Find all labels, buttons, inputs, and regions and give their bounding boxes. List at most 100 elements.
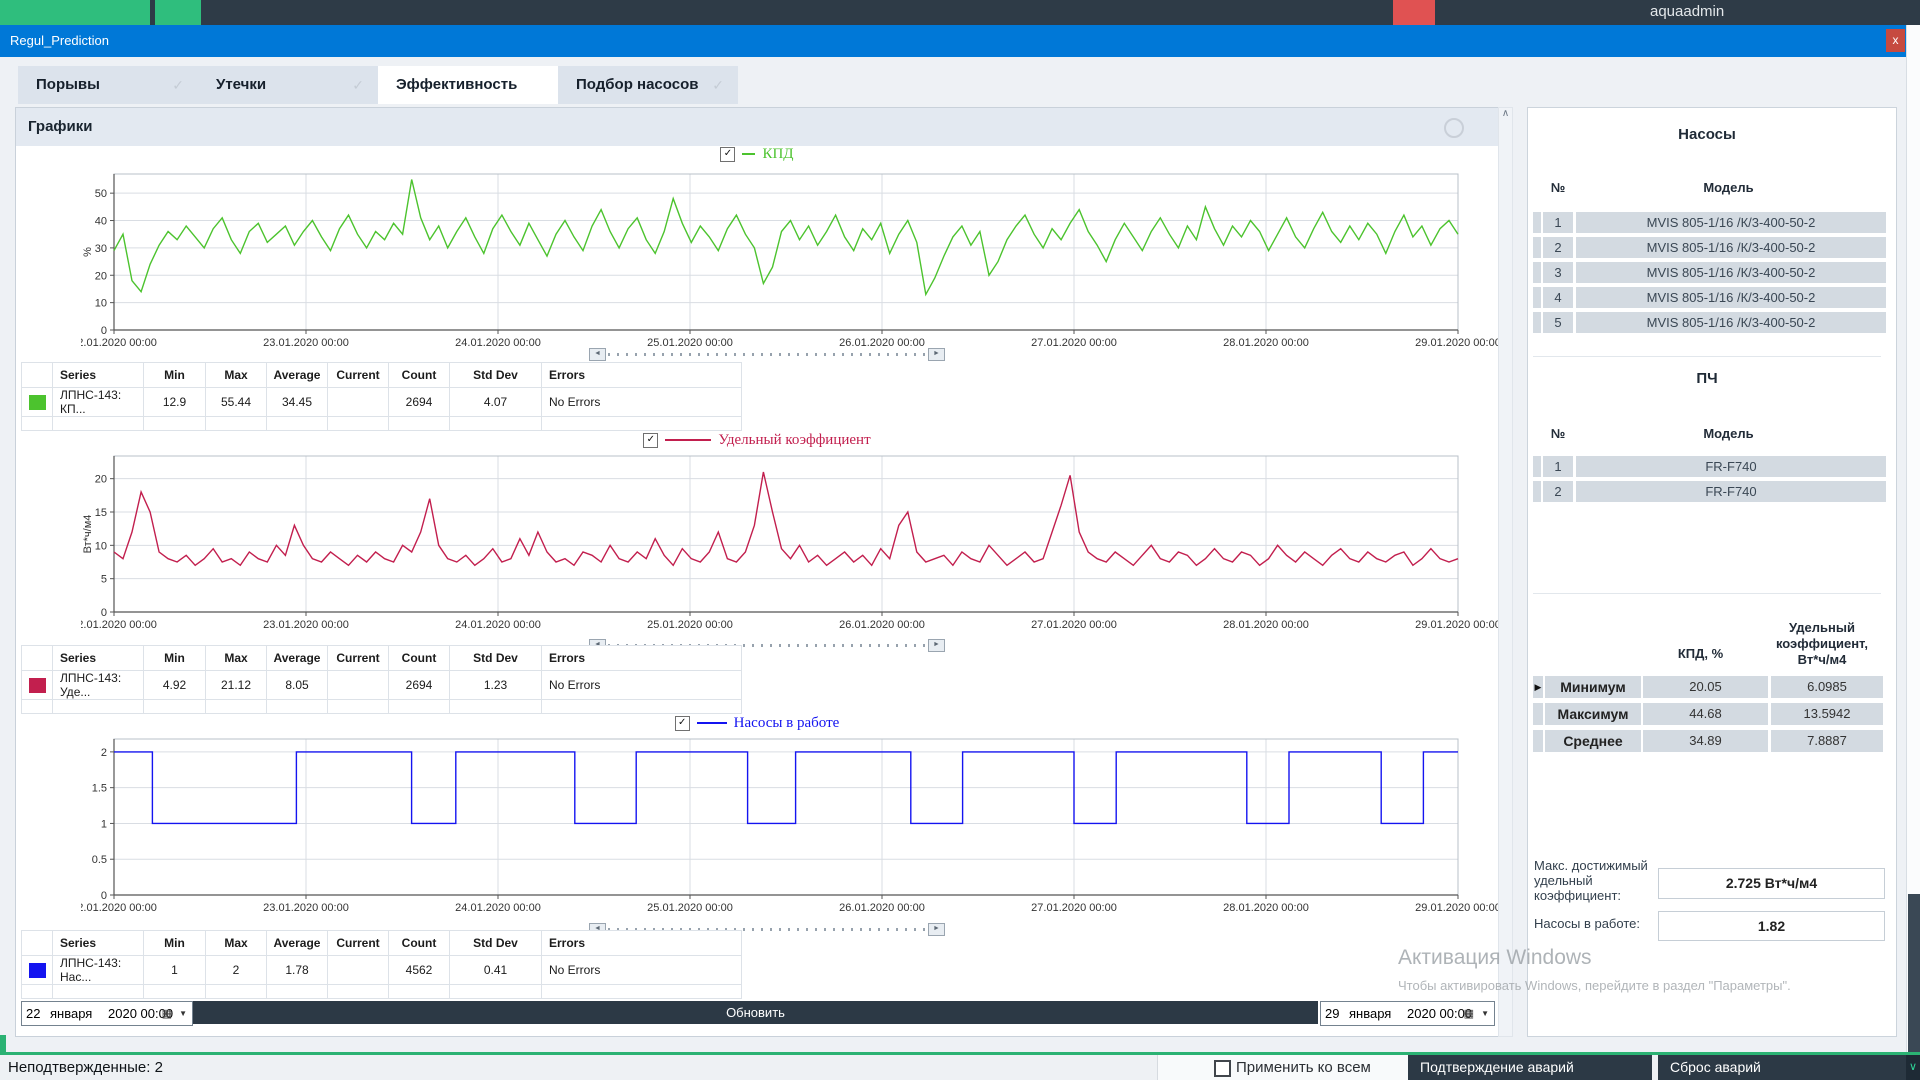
max-coeff-label: Макс. достижимый удельный коэффициент: [1534,858,1659,903]
tab-check-icon: ✓ [352,66,364,104]
date-month: января [1349,1006,1407,1021]
date-day: 22 [26,1006,50,1021]
tab-utechki[interactable]: Утечки ✓ [198,66,378,104]
chevron-down-icon[interactable]: ▼ [179,1009,187,1018]
svg-text:Вт*ч/м4: Вт*ч/м4 [82,515,94,554]
svg-text:29.01.2020 00:00: 29.01.2020 00:00 [1415,337,1498,348]
svg-text:22.01.2020 00:00: 22.01.2020 00:00 [81,902,157,913]
svg-text:25.01.2020 00:00: 25.01.2020 00:00 [647,619,733,630]
stats-table-ud: Series Min Max Average Current Count Std… [21,645,742,714]
series-swatch [29,678,46,693]
stats-empty-row [22,700,742,714]
svg-text:0.5: 0.5 [92,854,107,866]
scroll-track[interactable] [608,353,926,356]
stats-data-row: ЛПНС-143: Уде... 4.92 21.12 8.05 2694 1.… [22,671,742,700]
svg-text:10: 10 [95,540,107,552]
check-icon: ✓ [724,148,732,159]
svg-text:26.01.2020 00:00: 26.01.2020 00:00 [839,619,925,630]
date-to-picker[interactable]: 29 января 2020 00:00 ▦ ▼ [1320,1001,1495,1026]
update-button[interactable]: Обновить [193,1001,1318,1024]
check-icon: ✓ [678,717,686,728]
tab-check-icon: ✓ [172,66,184,104]
logged-user-label: aquaadmin [1650,3,1724,20]
chart-kpd-scrollbar[interactable]: ◄ ► [589,348,945,360]
charts-panel-title: Графики [28,108,93,146]
chart-kpd: 0102030405022.01.2020 00:0023.01.2020 00… [81,168,1498,348]
confirm-alarms-button[interactable]: Подтверждение аварий [1408,1055,1652,1080]
calendar-icon[interactable]: ▦ [162,1007,172,1020]
svg-text:1.5: 1.5 [92,783,107,795]
row-marker-icon: ▶ [1533,676,1543,698]
chart-pumps-running: 00.511.5222.01.2020 00:0023.01.2020 00:0… [81,733,1498,913]
chevron-down-icon[interactable]: ▼ [1481,1009,1489,1018]
stats-header-row: Series Min Max Average Current Count Std… [22,363,742,388]
stats-data-row: ЛПНС-143: Нас... 1 2 1.78 4562 0.41 No E… [22,956,742,985]
reset-alarms-button[interactable]: Сброс аварий [1658,1055,1906,1080]
taskbar-green-segment-2 [155,0,201,25]
legend-label: Удельный коэффициент [718,432,870,449]
svg-text:%: % [82,247,94,257]
svg-text:0: 0 [101,890,107,902]
apply-all-label: Применить ко всем [1236,1055,1371,1080]
taskbar-red-segment [1393,0,1435,25]
legend-checkbox[interactable]: ✓ [643,433,658,448]
scroll-right-icon[interactable]: ► [928,348,945,361]
legend-checkbox[interactable]: ✓ [720,147,735,162]
svg-text:40: 40 [95,216,107,228]
date-from-picker[interactable]: 22 января 2020 00:00 ▦ ▼ [21,1001,193,1026]
legend-ud-koeff: ✓ Удельный коэффициент [16,432,1498,448]
divider [1533,356,1881,357]
svg-text:20: 20 [95,270,107,282]
page-scrollbar-thumb[interactable] [1908,894,1920,1054]
svg-text:23.01.2020 00:00: 23.01.2020 00:00 [263,619,349,630]
legend-kpd: ✓ КПД [16,146,1498,162]
svg-text:29.01.2020 00:00: 29.01.2020 00:00 [1415,619,1498,630]
charts-panel-scrollbar[interactable]: ∧ [1498,107,1513,1037]
check-icon: ✓ [647,434,655,445]
desktop-taskbar: aquaadmin [0,0,1920,25]
legend-pumps-running: ✓ Насосы в работе [16,715,1498,731]
svg-text:5: 5 [101,574,107,586]
svg-text:25.01.2020 00:00: 25.01.2020 00:00 [647,902,733,913]
svg-text:24.01.2020 00:00: 24.01.2020 00:00 [455,902,541,913]
svg-text:23.01.2020 00:00: 23.01.2020 00:00 [263,902,349,913]
legend-checkbox[interactable]: ✓ [675,716,690,731]
stats-empty-row [22,985,742,999]
svg-text:0: 0 [101,325,107,337]
series-swatch [29,963,46,978]
legend-line-sample [742,153,755,155]
scroll-left-icon[interactable]: ◄ [589,348,606,361]
pumps-table-title: Насосы [1528,126,1886,143]
apply-all-checkbox[interactable] [1214,1060,1231,1077]
legend-line-sample [697,722,727,724]
close-button[interactable]: x [1886,29,1905,52]
scroll-right-icon[interactable]: ► [928,639,945,652]
scroll-right-icon[interactable]: ► [928,923,945,936]
page-scrollbar[interactable] [1906,25,1920,1055]
svg-text:0: 0 [101,607,107,619]
legend-line-sample [665,439,711,441]
svg-text:26.01.2020 00:00: 26.01.2020 00:00 [839,902,925,913]
chevron-up-icon[interactable]: ∧ [1502,108,1509,119]
legend-label: Насосы в работе [734,715,840,732]
svg-text:25.01.2020 00:00: 25.01.2020 00:00 [647,337,733,348]
svg-text:30: 30 [95,243,107,255]
collapse-icon[interactable] [1444,118,1464,138]
vfd-col-model: Модель [1576,426,1881,441]
pumps-col-num: № [1543,180,1573,195]
svg-text:28.01.2020 00:00: 28.01.2020 00:00 [1223,337,1309,348]
summary-col-kpd: КПД, % [1638,646,1763,662]
tab-podbor-nasosov[interactable]: Подбор насосов ✓ [558,66,738,104]
tab-label: Эффективность [396,66,517,104]
chevron-down-icon[interactable]: ∨ [1906,1055,1920,1080]
tab-poryvy[interactable]: Порывы ✓ [18,66,198,104]
series-swatch [29,395,46,410]
calendar-icon[interactable]: ▦ [1464,1007,1474,1020]
tab-effektivnost[interactable]: Эффективность [378,66,558,104]
svg-text:15: 15 [95,507,107,519]
svg-text:23.01.2020 00:00: 23.01.2020 00:00 [263,337,349,348]
svg-text:24.01.2020 00:00: 24.01.2020 00:00 [455,337,541,348]
svg-text:29.01.2020 00:00: 29.01.2020 00:00 [1415,902,1498,913]
legend-label: КПД [762,146,793,163]
stats-table-pumps: Series Min Max Average Current Count Std… [21,930,742,999]
